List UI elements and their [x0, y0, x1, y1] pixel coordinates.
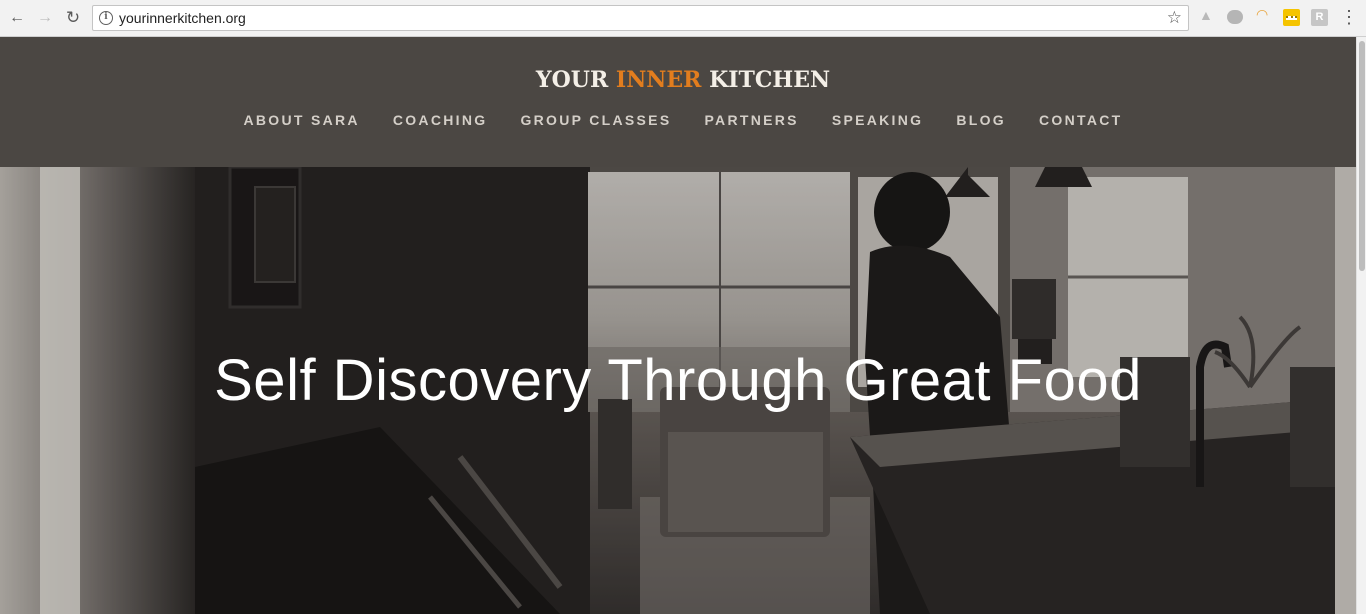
nav-item-speaking[interactable]: SPEAKING	[832, 112, 924, 128]
nav-item-about-sara[interactable]: ABOUT SARA	[243, 112, 359, 128]
address-bar[interactable]: i yourinnerkitchen.org ☆	[92, 5, 1189, 31]
logo-word-your: YOUR	[535, 67, 616, 93]
reload-icon[interactable]: ↻	[62, 7, 84, 29]
nav-item-group-classes[interactable]: GROUP CLASSES	[520, 112, 671, 128]
page-scrollbar[interactable]	[1356, 37, 1366, 614]
url-text[interactable]: yourinnerkitchen.org	[119, 10, 246, 26]
extension-yellow-icon[interactable]	[1283, 9, 1300, 26]
primary-nav: ABOUT SARA COACHING GROUP CLASSES PARTNE…	[0, 112, 1366, 128]
browser-menu-icon[interactable]: ⋮	[1340, 8, 1358, 28]
extension-triangle-icon[interactable]: ▲	[1199, 7, 1216, 24]
logo-word-inner: INNER	[615, 67, 702, 93]
site-header: YOUR INNER KITCHEN ABOUT SARA COACHING G…	[0, 37, 1356, 167]
scrollbar-thumb[interactable]	[1359, 41, 1365, 271]
back-arrow-icon[interactable]: ←	[6, 7, 28, 29]
nav-item-contact[interactable]: CONTACT	[1039, 112, 1123, 128]
nav-item-blog[interactable]: BLOG	[956, 112, 1006, 128]
extension-gray-icon[interactable]: R	[1311, 9, 1328, 26]
hero-title: Self Discovery Through Great Food	[214, 348, 1142, 413]
nav-item-coaching[interactable]: COACHING	[393, 112, 488, 128]
extension-rainbow-icon[interactable]: ◠	[1256, 6, 1273, 23]
browser-toolbar: ← → ↻ i yourinnerkitchen.org ☆ ▲ ◠ R ⋮	[0, 0, 1366, 37]
site-logo[interactable]: YOUR INNER KITCHEN	[0, 67, 1366, 93]
info-icon[interactable]: i	[99, 11, 113, 25]
bookmark-star-icon[interactable]: ☆	[1167, 8, 1182, 28]
extension-cloud-icon[interactable]	[1227, 10, 1243, 24]
hero-banner: Self Discovery Through Great Food	[0, 167, 1356, 614]
forward-arrow-icon[interactable]: →	[34, 7, 56, 29]
nav-item-partners[interactable]: PARTNERS	[704, 112, 798, 128]
logo-word-kitchen: KITCHEN	[701, 67, 831, 93]
